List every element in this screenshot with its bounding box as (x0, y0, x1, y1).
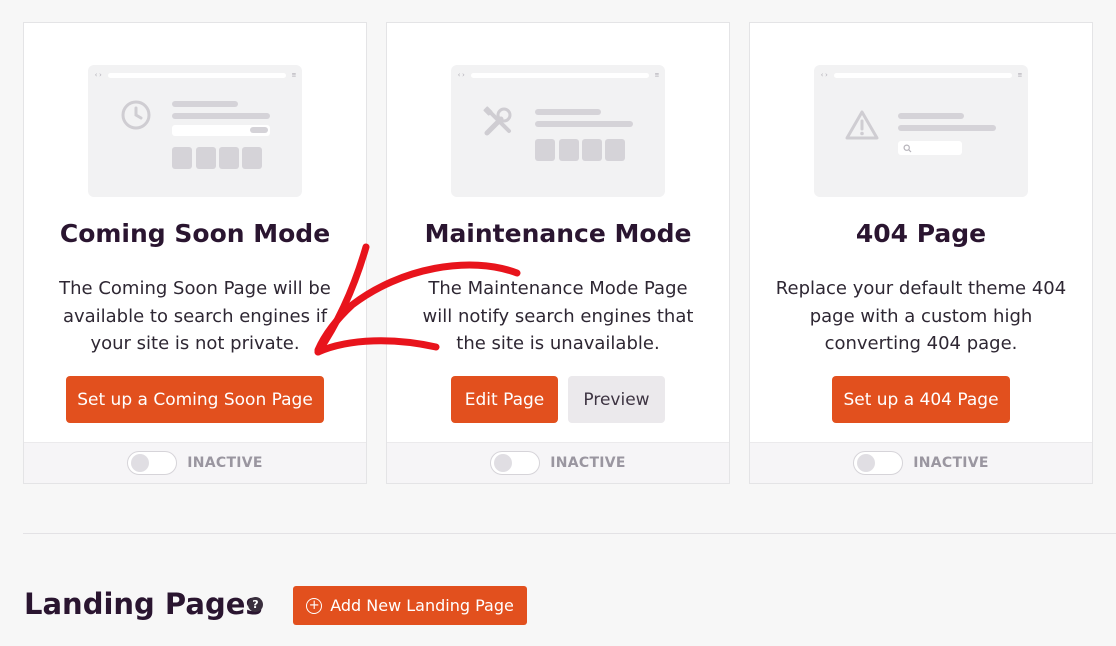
coming-soon-toggle[interactable] (127, 451, 178, 475)
card-title: 404 Page (855, 219, 987, 248)
question-icon[interactable]: ? (248, 597, 263, 612)
plus-circle-icon: + (306, 597, 323, 614)
card-footer: INACTIVE (387, 442, 729, 483)
card-footer: INACTIVE (750, 442, 1092, 483)
coming-soon-illustration: ‹› ≡ (88, 65, 302, 197)
edit-page-button[interactable]: Edit Page (451, 376, 558, 423)
maintenance-card: ‹› ≡ Maintenance Mode The Maintenance Mod… (386, 22, 730, 484)
add-button-label: Add New Landing Page (330, 596, 514, 615)
warning-icon (845, 110, 879, 140)
status-label: INACTIVE (913, 455, 989, 471)
section-divider (23, 533, 1116, 534)
card-description: The Maintenance Mode Page will notify se… (422, 278, 694, 354)
tools-icon (483, 106, 512, 136)
preview-button[interactable]: Preview (568, 376, 665, 423)
404-card: ‹› ≡ 404 Page Replace your default theme … (749, 22, 1093, 484)
card-description: The Coming Soon Page will be available t… (59, 278, 331, 354)
404-illustration: ‹› ≡ (814, 65, 1028, 197)
card-title: Coming Soon Mode (59, 219, 331, 248)
search-icon (903, 144, 912, 153)
maintenance-illustration: ‹› ≡ (451, 65, 665, 197)
coming-soon-card: ‹› ≡ Coming Soon Mode The Coming Soon Pag… (23, 22, 367, 484)
maintenance-toggle[interactable] (490, 451, 541, 475)
add-new-landing-page-button[interactable]: + Add New Landing Page (293, 586, 527, 625)
setup-404-button[interactable]: Set up a 404 Page (832, 376, 1010, 423)
card-title: Maintenance Mode (424, 219, 692, 248)
status-label: INACTIVE (550, 455, 626, 471)
setup-coming-soon-button[interactable]: Set up a Coming Soon Page (66, 376, 324, 423)
status-label: INACTIVE (187, 455, 263, 471)
landing-pages-title: Landing Pages (24, 587, 263, 621)
404-toggle[interactable] (853, 451, 904, 475)
card-footer: INACTIVE (24, 442, 366, 483)
card-description: Replace your default theme 404 page with… (775, 278, 1067, 354)
clock-icon (121, 100, 151, 130)
